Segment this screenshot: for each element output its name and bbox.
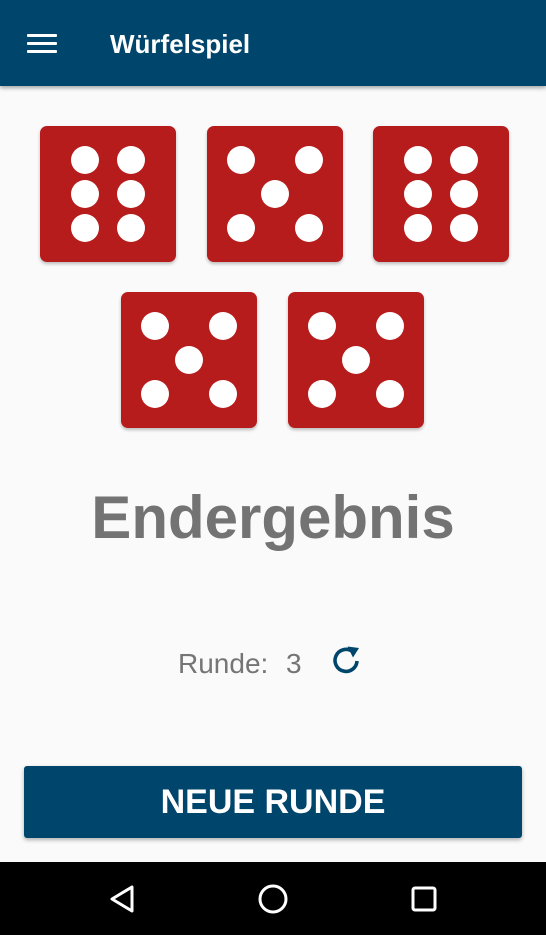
die-pip — [209, 380, 237, 408]
back-triangle-icon[interactable] — [101, 878, 143, 920]
die-pip — [261, 180, 289, 208]
die-5[interactable] — [288, 292, 424, 428]
die-pip — [71, 146, 99, 174]
die-pip — [117, 214, 145, 242]
app-title: Würfelspiel — [110, 29, 251, 59]
die-pip — [71, 180, 99, 208]
die-pip — [308, 380, 336, 408]
menu-icon[interactable] — [22, 25, 62, 65]
die-pip — [117, 146, 145, 174]
die-pip — [376, 312, 404, 340]
result-title: Endergebnis — [91, 484, 455, 551]
die-pip — [295, 146, 323, 174]
die-pip — [117, 180, 145, 208]
die-pip — [342, 346, 370, 374]
die-1[interactable] — [40, 126, 176, 262]
die-pip — [404, 146, 432, 174]
die-pip — [450, 180, 478, 208]
home-circle-icon[interactable] — [252, 878, 294, 920]
die-pip — [227, 146, 255, 174]
die-pip — [141, 380, 169, 408]
die-pip — [404, 214, 432, 242]
die-pip — [141, 312, 169, 340]
die-pip — [175, 346, 203, 374]
die-pip — [376, 380, 404, 408]
app-bar: Würfelspiel — [0, 0, 546, 86]
die-pip — [209, 312, 237, 340]
new-round-button[interactable]: NEUE RUNDE — [24, 766, 522, 838]
die-pip — [295, 214, 323, 242]
die-pip — [450, 214, 478, 242]
system-nav-bar — [0, 862, 546, 935]
die-pip — [308, 312, 336, 340]
die-pip — [227, 214, 255, 242]
refresh-icon[interactable] — [328, 643, 364, 679]
die-pip — [71, 214, 99, 242]
recents-square-icon[interactable] — [403, 878, 445, 920]
round-label: Runde: — [178, 648, 269, 679]
round-value: 3 — [286, 648, 302, 679]
die-2[interactable] — [207, 126, 343, 262]
die-4[interactable] — [121, 292, 257, 428]
die-3[interactable] — [373, 126, 509, 262]
die-pip — [450, 146, 478, 174]
die-pip — [404, 180, 432, 208]
